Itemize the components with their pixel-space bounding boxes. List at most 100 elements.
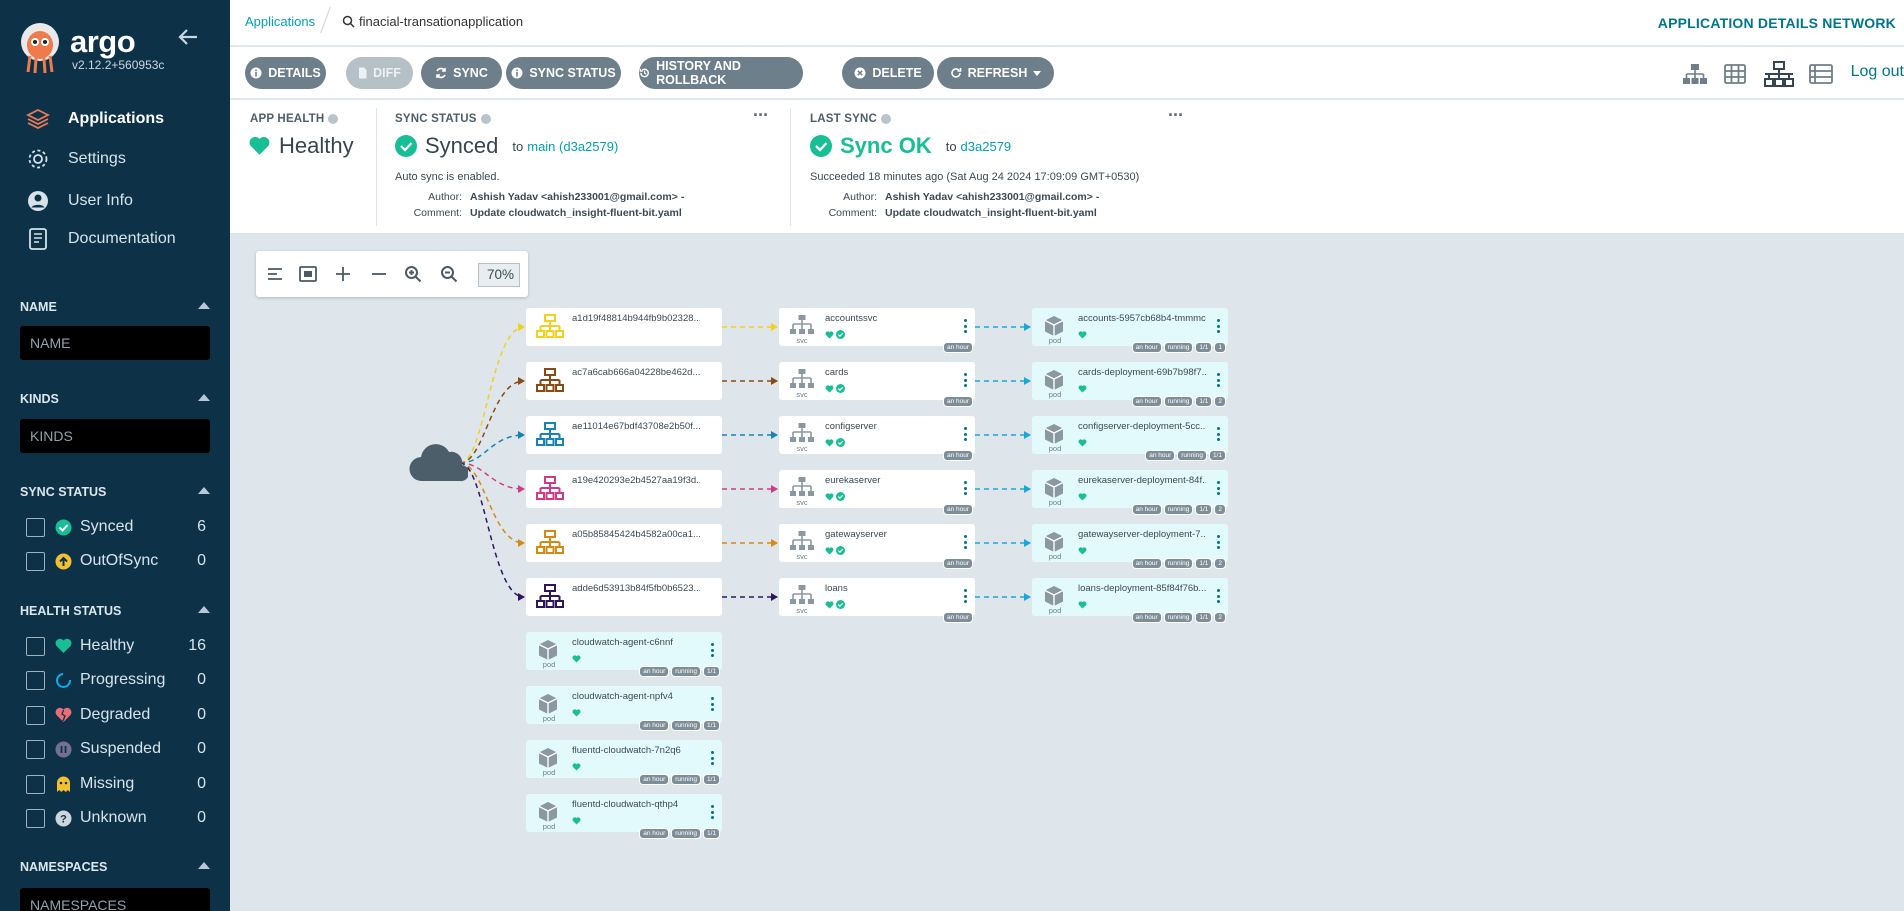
breadcrumb-applications[interactable]: Applications: [245, 14, 315, 29]
filter-degraded[interactable]: Degraded 0: [26, 704, 206, 726]
kinds-filter-header[interactable]: KINDS: [20, 392, 210, 406]
network-view-icon[interactable]: [1764, 61, 1794, 87]
service-node[interactable]: configserver svc an hour: [779, 416, 975, 461]
checkbox[interactable]: [26, 705, 45, 725]
heart-icon: [825, 380, 834, 398]
help-icon[interactable]: [328, 114, 339, 124]
collapse-arrow-icon[interactable]: [178, 26, 198, 52]
delete-button[interactable]: DELETE: [842, 57, 934, 89]
fit-screen-icon[interactable]: [296, 262, 320, 286]
list-view-icon[interactable]: [1809, 61, 1833, 87]
filter-progressing[interactable]: Progressing 0: [26, 669, 206, 691]
diff-button[interactable]: DIFF: [346, 57, 413, 89]
node-menu-icon[interactable]: [964, 589, 967, 603]
service-node[interactable]: cards svc an hour: [779, 362, 975, 407]
network-graph-canvas[interactable]: 70% a1d19f48814b944fb9b02328... accountss…: [230, 235, 1904, 911]
node-menu-icon[interactable]: [711, 643, 714, 657]
ingress-node[interactable]: a1d19f48814b944fb9b02328...: [526, 308, 722, 346]
node-menu-icon[interactable]: [711, 805, 714, 819]
service-node[interactable]: accountssvc svc an hour: [779, 308, 975, 353]
pod-node[interactable]: gatewayserver-deployment-7... pod an hour r…: [1032, 524, 1228, 569]
zoom-out-icon[interactable]: [437, 262, 461, 286]
checkbox[interactable]: [26, 808, 45, 828]
service-node[interactable]: gatewayserver svc an hour: [779, 524, 975, 569]
filter-outofsync[interactable]: OutOfSync 0: [26, 550, 206, 572]
pod-node[interactable]: loans-deployment-85f84f76b... pod an hour r…: [1032, 578, 1228, 623]
node-menu-icon[interactable]: [964, 319, 967, 333]
align-left-icon[interactable]: [263, 262, 287, 286]
refresh-button[interactable]: REFRESH: [937, 57, 1054, 89]
sync-status-header[interactable]: SYNC STATUS: [20, 485, 210, 499]
node-menu-icon[interactable]: [1217, 373, 1220, 387]
plus-icon[interactable]: [331, 262, 355, 286]
node-menu-icon[interactable]: [964, 427, 967, 441]
node-menu-icon[interactable]: [1217, 427, 1220, 441]
filter-synced[interactable]: Synced 6: [26, 516, 206, 538]
checkbox[interactable]: [26, 670, 45, 690]
cloud-icon[interactable]: [408, 441, 470, 488]
service-node[interactable]: loans svc an hour: [779, 578, 975, 623]
namespaces-filter-header[interactable]: NAMESPACES: [20, 860, 210, 874]
last-sync-more-icon[interactable]: ···: [1168, 105, 1184, 126]
sync-button[interactable]: SYNC: [421, 57, 502, 89]
checkbox[interactable]: [26, 551, 45, 571]
pod-node[interactable]: cards-deployment-69b7b98f7... pod an hour r…: [1032, 362, 1228, 407]
sync-status-more-icon[interactable]: ···: [753, 105, 769, 126]
argo-logo[interactable]: [18, 22, 62, 74]
node-menu-icon[interactable]: [1217, 319, 1220, 333]
filter-missing[interactable]: Missing 0: [26, 773, 206, 795]
pod-node[interactable]: fluentd-cloudwatch-qthp4 pod an hour runnin…: [526, 794, 722, 839]
filter-suspended[interactable]: Suspended 0: [26, 738, 206, 760]
node-menu-icon[interactable]: [1217, 589, 1220, 603]
name-filter-input[interactable]: [20, 326, 210, 360]
kinds-filter-input[interactable]: [20, 419, 210, 453]
checkbox[interactable]: [26, 636, 45, 656]
node-menu-icon[interactable]: [711, 751, 714, 765]
pod-node[interactable]: eurekaserver-deployment-84f... pod an hour…: [1032, 470, 1228, 515]
sync-status-button[interactable]: SYNC STATUS: [506, 57, 621, 89]
service-node[interactable]: eurekaserver svc an hour: [779, 470, 975, 515]
filter-healthy[interactable]: Healthy 16: [26, 635, 206, 657]
health-status-header[interactable]: HEALTH STATUS: [20, 604, 210, 618]
node-menu-icon[interactable]: [964, 481, 967, 495]
details-button[interactable]: DETAILS: [245, 57, 326, 89]
ingress-node[interactable]: adde6d53913b84f5fb0b6523...: [526, 578, 722, 616]
node-menu-icon[interactable]: [1217, 481, 1220, 495]
pod-node[interactable]: cloudwatch-agent-c6nnf pod an hour running 1…: [526, 632, 722, 677]
node-menu-icon[interactable]: [964, 535, 967, 549]
ingress-node[interactable]: a05b85845424b4582a00ca1...: [526, 524, 722, 562]
checkbox[interactable]: [26, 739, 45, 759]
node-menu-icon[interactable]: [1217, 535, 1220, 549]
ingress-node[interactable]: ac7a6cab666a04228be462d...: [526, 362, 722, 400]
revision-link[interactable]: main (d3a2579): [527, 139, 618, 154]
minus-icon[interactable]: [367, 262, 391, 286]
node-menu-icon[interactable]: [964, 373, 967, 387]
name-filter-header[interactable]: NAME: [20, 300, 210, 314]
help-icon[interactable]: [880, 114, 891, 124]
node-menu-icon[interactable]: [711, 697, 714, 711]
checkbox[interactable]: [26, 774, 45, 794]
pods-grid-icon[interactable]: [1724, 61, 1746, 87]
nav-applications[interactable]: Applications: [0, 101, 230, 137]
revision-link[interactable]: d3a2579: [961, 139, 1012, 154]
pod-node[interactable]: cloudwatch-agent-npfv4 pod an hour running 1…: [526, 686, 722, 731]
zoom-in-icon[interactable]: [401, 262, 425, 286]
nav-settings[interactable]: Settings: [0, 141, 230, 177]
breadcrumb-app[interactable]: finacial-transationapplication: [342, 14, 523, 29]
nav-user-info[interactable]: User Info: [0, 183, 230, 219]
heart-broken-icon: [55, 707, 72, 724]
help-icon[interactable]: [480, 114, 491, 124]
nav-documentation[interactable]: Documentation: [0, 221, 230, 257]
logout-button[interactable]: Log out: [1851, 63, 1904, 81]
checkbox[interactable]: [26, 517, 45, 537]
history-rollback-button[interactable]: HISTORY AND ROLLBACK: [639, 57, 803, 89]
ingress-node[interactable]: a19e420293e2b4527aa19f3d...: [526, 470, 722, 508]
pod-node[interactable]: accounts-5957cb68b4-tmmmc pod an hour runni…: [1032, 308, 1228, 353]
namespaces-filter-input[interactable]: [20, 888, 210, 911]
pod-node[interactable]: configserver-deployment-5cc... pod an hour…: [1032, 416, 1228, 461]
filter-unknown[interactable]: ? Unknown 0: [26, 807, 206, 829]
tree-view-icon[interactable]: [1682, 61, 1708, 87]
ingress-node[interactable]: ae11014e67bdf43708e2b50f...: [526, 416, 722, 454]
pod-node[interactable]: fluentd-cloudwatch-7n2q6 pod an hour runnin…: [526, 740, 722, 785]
zoom-level[interactable]: 70%: [478, 263, 520, 287]
